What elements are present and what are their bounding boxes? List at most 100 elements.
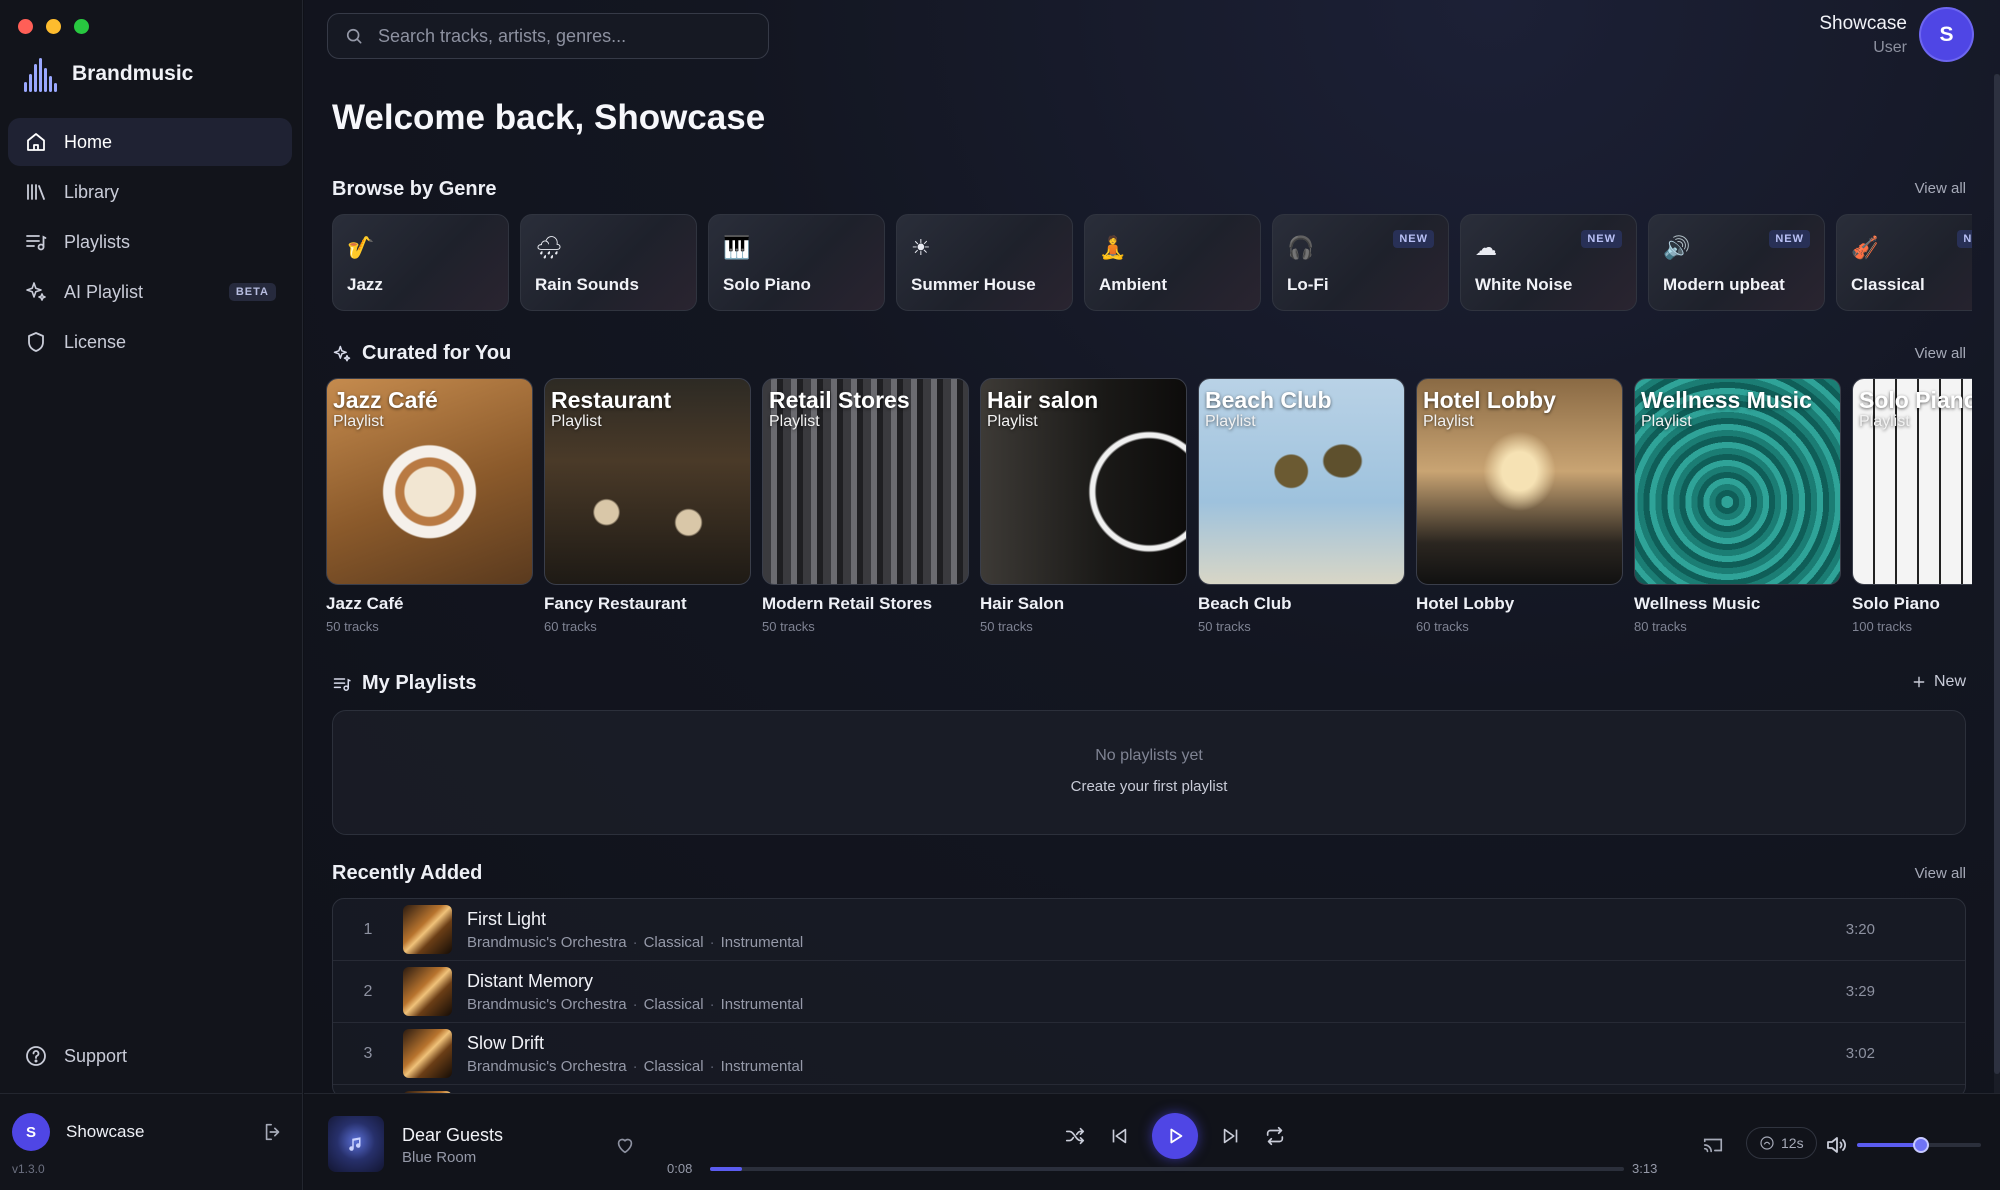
playlist-card[interactable]: Hair salon Playlist Hair Salon 50 tracks bbox=[980, 378, 1187, 638]
playlist-cover[interactable]: Solo Piano Playlist bbox=[1852, 378, 1972, 585]
genre-view-all-link[interactable]: View all bbox=[1915, 180, 1966, 197]
track-type: Instrumental bbox=[720, 933, 804, 951]
track-title[interactable]: Slow Drift bbox=[467, 1033, 803, 1054]
playlist-card[interactable]: Jazz Café Playlist Jazz Café 50 tracks bbox=[326, 378, 533, 638]
scrollbar-thumb[interactable] bbox=[1994, 74, 2000, 1074]
genre-icon: 🎧 bbox=[1287, 235, 1315, 260]
track-title[interactable]: First Light bbox=[467, 909, 803, 930]
genre-icon: 🔊 bbox=[1663, 235, 1691, 260]
avatar[interactable]: S bbox=[1921, 9, 1972, 60]
playlist-name[interactable]: Hotel Lobby bbox=[1416, 594, 1623, 614]
logout-icon[interactable] bbox=[262, 1121, 284, 1143]
brand[interactable]: Brandmusic bbox=[22, 56, 193, 92]
genre-card[interactable]: 🌧 Rain Sounds bbox=[520, 214, 697, 311]
track-artist[interactable]: Brandmusic's Orchestra bbox=[467, 934, 627, 951]
shuffle-icon[interactable] bbox=[1064, 1125, 1086, 1147]
nav-item-license[interactable]: License bbox=[8, 318, 292, 366]
scrollbar[interactable] bbox=[1994, 74, 2000, 1093]
cover-title: Hair salon bbox=[987, 387, 1099, 413]
playlist-cover[interactable]: Restaurant Playlist bbox=[544, 378, 751, 585]
play-button[interactable] bbox=[1152, 1113, 1198, 1159]
table-row[interactable]: 2 Distant Memory Brandmusic's Orchestra · Cl… bbox=[333, 961, 1965, 1023]
playlist-name[interactable]: Beach Club bbox=[1198, 594, 1405, 614]
recent-view-all-link[interactable]: View all bbox=[1915, 865, 1966, 882]
genre-card[interactable]: ☀ Summer House bbox=[896, 214, 1073, 311]
next-icon[interactable] bbox=[1220, 1125, 1242, 1147]
nav-item-playlists[interactable]: Playlists bbox=[8, 218, 292, 266]
genre-card[interactable]: ☁ White Noise NEW bbox=[1460, 214, 1637, 311]
playlist-name[interactable]: Fancy Restaurant bbox=[544, 594, 751, 614]
now-playing-artist[interactable]: Blue Room bbox=[402, 1149, 476, 1166]
track-artwork[interactable] bbox=[403, 967, 452, 1016]
playlist-cover[interactable]: Jazz Café Playlist bbox=[326, 378, 533, 585]
playlist-cover[interactable]: Beach Club Playlist bbox=[1198, 378, 1405, 585]
repeat-icon[interactable] bbox=[1264, 1125, 1286, 1147]
track-count: 80 tracks bbox=[1634, 619, 1687, 634]
progress-bar[interactable] bbox=[710, 1167, 1624, 1171]
nav-item-home[interactable]: Home bbox=[8, 118, 292, 166]
nav-item-library[interactable]: Library bbox=[8, 168, 292, 216]
genre-card[interactable]: 🔊 Modern upbeat NEW bbox=[1648, 214, 1825, 311]
track-genre: Classical bbox=[643, 933, 704, 951]
nav-item-ai-playlist[interactable]: AI Playlist BETA bbox=[8, 268, 292, 316]
previous-icon[interactable] bbox=[1108, 1125, 1130, 1147]
new-badge: NEW bbox=[1769, 230, 1810, 248]
playlist-cover[interactable]: Hair salon Playlist bbox=[980, 378, 1187, 585]
genre-card[interactable]: 🎻 Classical NEW bbox=[1836, 214, 1972, 311]
track-artwork[interactable] bbox=[403, 905, 452, 954]
genre-card[interactable]: 🧘 Ambient bbox=[1084, 214, 1261, 311]
playlist-card[interactable]: Retail Stores Playlist Modern Retail Store… bbox=[762, 378, 969, 638]
search-input[interactable] bbox=[378, 25, 738, 47]
track-number: 3 bbox=[363, 1044, 373, 1062]
search-bar[interactable] bbox=[327, 13, 769, 59]
playlist-icon bbox=[333, 677, 351, 691]
playlist-name[interactable]: Wellness Music bbox=[1634, 594, 1841, 614]
create-playlist-link[interactable]: Create your first playlist bbox=[333, 778, 1965, 795]
heart-icon[interactable] bbox=[614, 1134, 636, 1156]
playlist-name[interactable]: Jazz Café bbox=[326, 594, 533, 614]
playlist-card[interactable]: Restaurant Playlist Fancy Restaurant 60 tra… bbox=[544, 378, 751, 638]
playlist-name[interactable]: Solo Piano bbox=[1852, 594, 1972, 614]
track-title[interactable]: Distant Memory bbox=[467, 971, 803, 992]
playlist-card[interactable]: Beach Club Playlist Beach Club 50 tracks bbox=[1198, 378, 1405, 638]
table-row[interactable]: 1 First Light Brandmusic's Orchestra · Class… bbox=[333, 899, 1965, 961]
now-playing-artwork[interactable] bbox=[328, 1116, 384, 1172]
volume-handle[interactable] bbox=[1913, 1137, 1930, 1153]
track-artist[interactable]: Brandmusic's Orchestra bbox=[467, 1058, 627, 1075]
volume-icon[interactable] bbox=[1824, 1133, 1848, 1157]
cover-subtitle: Playlist bbox=[551, 413, 602, 430]
playlist-cover[interactable]: Wellness Music Playlist bbox=[1634, 378, 1841, 585]
avatar[interactable]: S bbox=[12, 1113, 50, 1151]
maximize-window-button[interactable] bbox=[74, 19, 89, 34]
playlist-name[interactable]: Hair Salon bbox=[980, 594, 1187, 614]
playlist-cover[interactable]: Retail Stores Playlist bbox=[762, 378, 969, 585]
track-artwork[interactable] bbox=[403, 1029, 452, 1078]
playlist-card[interactable]: Solo Piano Playlist Solo Piano 100 tracks bbox=[1852, 378, 1972, 638]
music-note-icon bbox=[349, 1137, 361, 1151]
minimize-window-button[interactable] bbox=[46, 19, 61, 34]
genre-icon: ☁ bbox=[1475, 235, 1497, 260]
crossfade-button[interactable]: 12s bbox=[1746, 1127, 1817, 1159]
playlist-card[interactable]: Wellness Music Playlist Wellness Music 80 t… bbox=[1634, 378, 1841, 638]
genre-label: Solo Piano bbox=[723, 275, 811, 294]
playlist-name[interactable]: Modern Retail Stores bbox=[762, 594, 969, 614]
close-window-button[interactable] bbox=[18, 19, 33, 34]
playlist-card[interactable]: Hotel Lobby Playlist Hotel Lobby 60 tracks bbox=[1416, 378, 1623, 638]
genre-card[interactable]: 🎷 Jazz bbox=[332, 214, 509, 311]
genre-card[interactable]: 🎧 Lo-Fi NEW bbox=[1272, 214, 1449, 311]
genre-label: Rain Sounds bbox=[535, 275, 639, 294]
support-link[interactable]: Support bbox=[24, 1044, 127, 1068]
genre-icon: 🎹 bbox=[723, 235, 751, 260]
section-title-text: Recently Added bbox=[332, 862, 483, 884]
volume-slider[interactable] bbox=[1857, 1137, 1981, 1153]
header-user[interactable]: Showcase User S bbox=[1819, 9, 1972, 60]
playlist-cover[interactable]: Hotel Lobby Playlist bbox=[1416, 378, 1623, 585]
curated-view-all-link[interactable]: View all bbox=[1915, 345, 1966, 362]
cast-icon[interactable] bbox=[1702, 1134, 1724, 1156]
new-playlist-button[interactable]: New bbox=[1912, 673, 1966, 691]
table-row[interactable] bbox=[333, 1085, 1965, 1093]
track-artist[interactable]: Brandmusic's Orchestra bbox=[467, 996, 627, 1013]
new-badge: NEW bbox=[1581, 230, 1622, 248]
genre-card[interactable]: 🎹 Solo Piano bbox=[708, 214, 885, 311]
table-row[interactable]: 3 Slow Drift Brandmusic's Orchestra · Classi… bbox=[333, 1023, 1965, 1085]
